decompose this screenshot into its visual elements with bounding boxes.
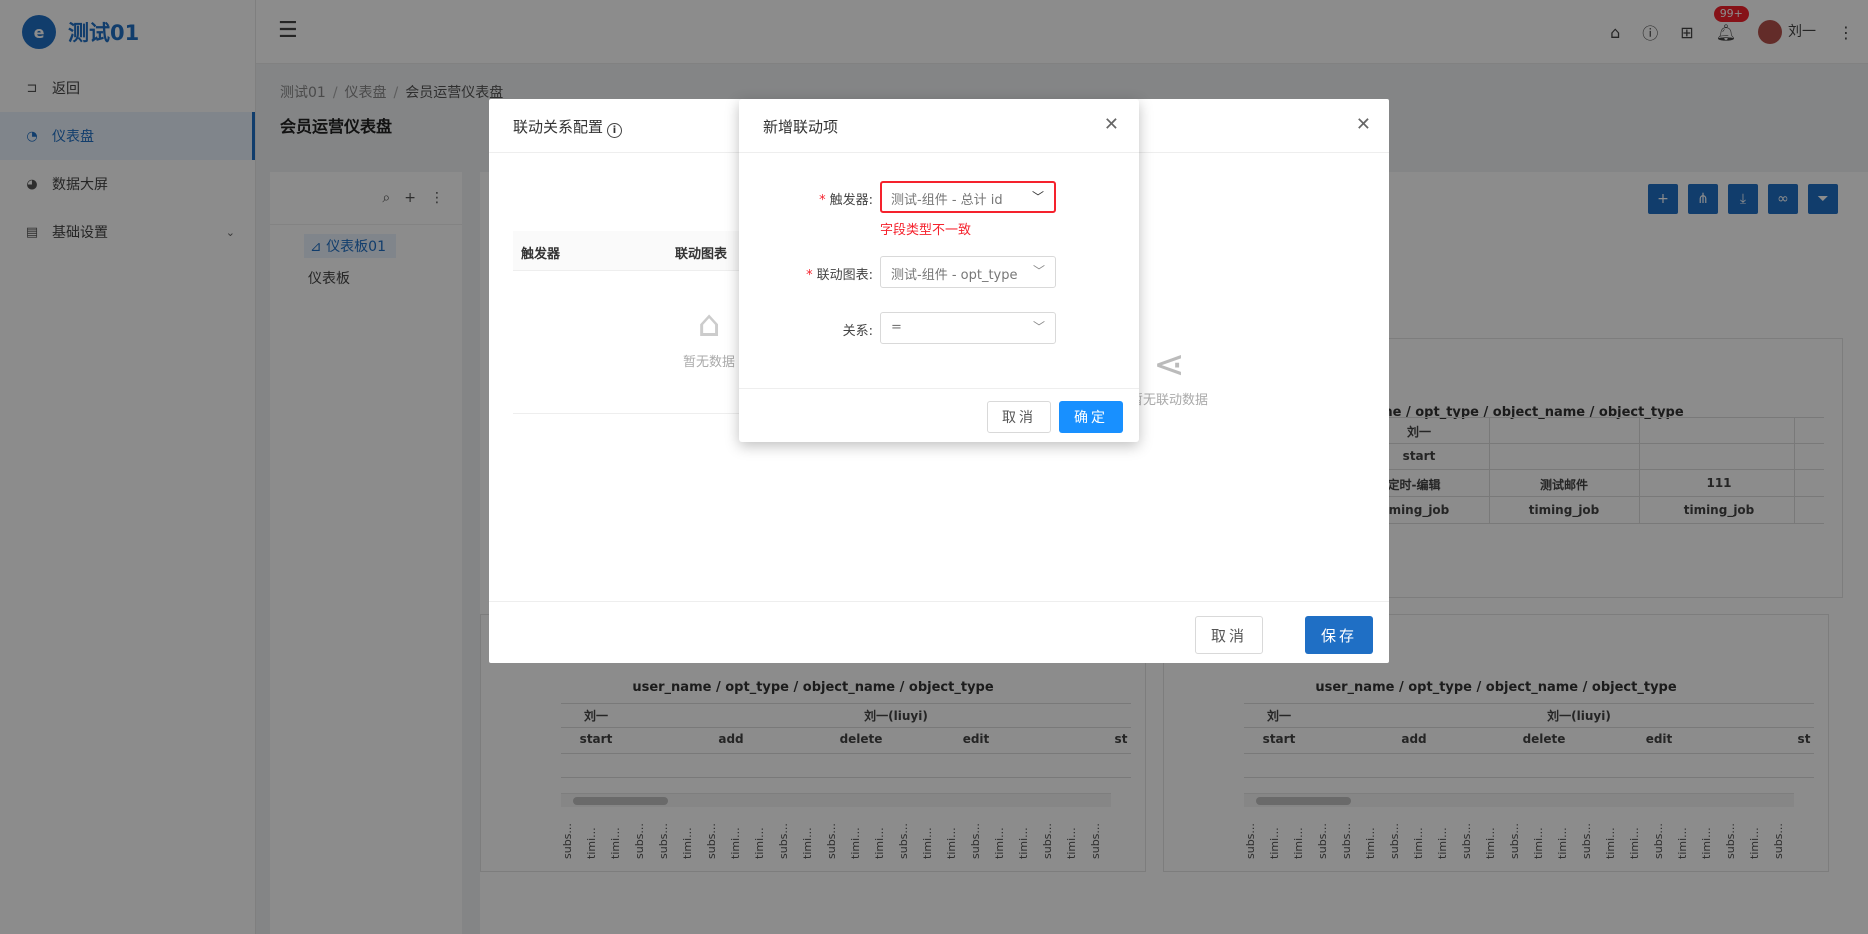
column-header: 触发器 [521, 247, 561, 262]
add-linkage-dialog: 新增联动项 ✕ * 触发器: 测试-组件 - 总计 id ﹀ 字段类型不一致 * 联… [739, 99, 1139, 442]
relation-label: 关系: [842, 324, 873, 339]
chevron-down-icon: ﹀ [1031, 190, 1044, 204]
column-header: 联动图表 [675, 247, 728, 262]
close-icon[interactable]: ✕ [1104, 114, 1119, 135]
linked-chart-select[interactable]: 测试-组件 - opt_type ﹀ [880, 256, 1056, 288]
cancel-button[interactable]: 取消 [987, 401, 1051, 433]
trigger-error-message: 字段类型不一致 [880, 223, 972, 238]
dialog-title: 联动关系配置 i [513, 116, 623, 138]
chevron-down-icon: ﹀ [1032, 320, 1045, 334]
chart-label: * 联动图表: [806, 268, 873, 283]
chevron-down-icon: ﹀ [1032, 264, 1045, 278]
dialog-title: 新增联动项 [763, 118, 839, 136]
close-icon[interactable]: ✕ [1356, 114, 1371, 135]
save-button[interactable]: 保存 [1305, 616, 1373, 654]
info-icon[interactable]: i [607, 123, 623, 138]
cancel-button[interactable]: 取消 [1195, 616, 1263, 654]
relation-select[interactable]: = ﹀ [880, 312, 1056, 344]
trigger-select[interactable]: 测试-组件 - 总计 id ﹀ [880, 181, 1056, 213]
ok-button[interactable]: 确定 [1059, 401, 1123, 433]
trigger-label: * 触发器: [819, 193, 873, 208]
